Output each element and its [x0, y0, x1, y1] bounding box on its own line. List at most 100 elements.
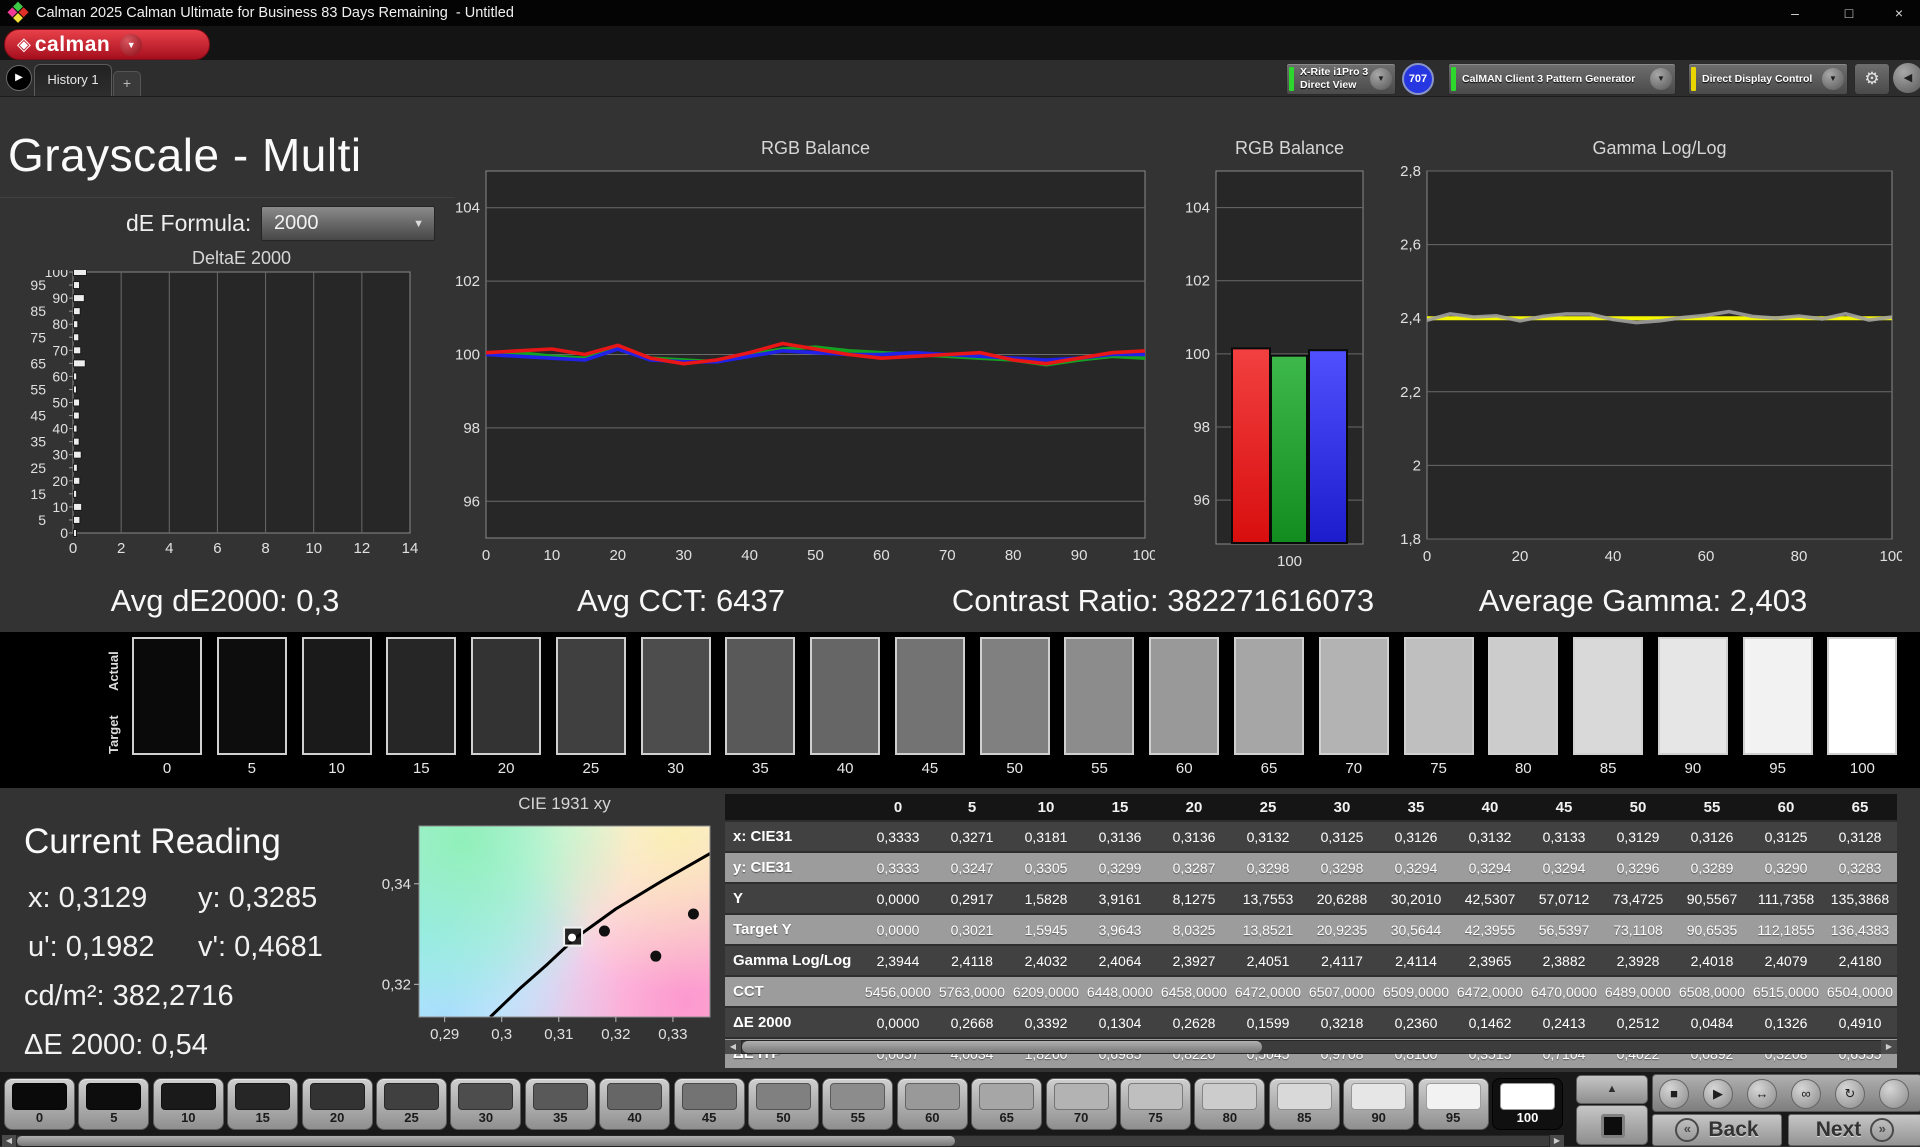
swatch-label-25: 25 [582, 760, 600, 777]
meter-count-badge[interactable]: 707 [1402, 63, 1434, 95]
patch-swatch [830, 1083, 886, 1110]
patch-swatch [1351, 1083, 1407, 1110]
patch-scroll-right-icon[interactable]: ▶ [1550, 1135, 1564, 1147]
collapse-left-icon[interactable]: ◀ [1893, 63, 1920, 93]
table-cell: 0,3392 [1009, 1006, 1083, 1038]
swatch-60 [1149, 637, 1220, 755]
chevron-down-icon[interactable]: ▼ [1370, 68, 1392, 90]
display-control-dropdown[interactable]: Direct Display Control ▼ [1688, 63, 1848, 95]
col-header-5: 5 [935, 794, 1009, 821]
table-cell: 0,3290 [1749, 851, 1823, 883]
maximize-button[interactable]: □ [1826, 0, 1872, 26]
svg-text:40: 40 [741, 547, 758, 564]
swatch-70 [1318, 637, 1389, 755]
patch-button-60[interactable]: 60 [896, 1078, 968, 1130]
svg-text:90: 90 [1071, 547, 1088, 564]
patch-label: 65 [999, 1110, 1014, 1125]
patch-button-95[interactable]: 95 [1417, 1078, 1489, 1130]
patch-button-100[interactable]: 100 [1492, 1078, 1563, 1130]
table-cell: 0,3294 [1453, 851, 1527, 883]
calman-logo-text: calman [34, 32, 111, 56]
swatch-label-50: 50 [1006, 760, 1024, 777]
pattern-size-icon[interactable]: ↔ [1747, 1079, 1777, 1109]
col-header-40: 40 [1453, 794, 1527, 821]
pattern-generator-dropdown[interactable]: CalMAN Client 3 Pattern Generator ▼ [1448, 63, 1676, 95]
table-cell: 0,3299 [1083, 851, 1157, 883]
table-cell: 0,2668 [935, 1006, 1009, 1038]
gear-icon[interactable]: ⚙ [1854, 63, 1890, 95]
table-cell: 0,3287 [1157, 851, 1231, 883]
patch-scrollbar-thumb[interactable] [17, 1136, 955, 1146]
table-scroll-right-icon[interactable]: ▶ [1881, 1040, 1897, 1054]
tab-history-1[interactable]: History 1 [34, 64, 112, 96]
patch-button-0[interactable]: 0 [4, 1078, 75, 1130]
patch-button-30[interactable]: 30 [450, 1078, 522, 1130]
svg-text:5: 5 [38, 512, 46, 528]
patch-button-50[interactable]: 50 [748, 1078, 819, 1130]
panel-up-chevron-button[interactable]: ▲ [1576, 1075, 1648, 1104]
swatch-label-20: 20 [497, 760, 515, 777]
patch-button-80[interactable]: 80 [1194, 1078, 1266, 1130]
add-tab-button[interactable]: + [113, 71, 141, 96]
play-icon[interactable]: ▶ [1703, 1079, 1733, 1109]
table-cell: 2,4051 [1231, 944, 1305, 976]
patch-button-20[interactable]: 20 [301, 1078, 373, 1130]
patch-button-25[interactable]: 25 [376, 1078, 447, 1130]
table-cell: 0,3305 [1009, 851, 1083, 883]
pattern-window-button[interactable] [1576, 1105, 1648, 1145]
de-formula-select[interactable]: 2000 ▼ [261, 206, 435, 241]
table-cell: 0,4910 [1823, 1006, 1897, 1038]
swatch-label-5: 5 [247, 760, 256, 777]
patch-button-15[interactable]: 15 [227, 1078, 299, 1130]
chevron-down-icon[interactable]: ▼ [1822, 68, 1844, 90]
close-button[interactable]: × [1878, 0, 1920, 26]
patch-button-55[interactable]: 55 [822, 1078, 894, 1130]
patch-label: 55 [850, 1110, 866, 1125]
table-scrollbar-thumb[interactable] [742, 1041, 1262, 1053]
deltae-chart: DeltaE 2000 0 2 4 6 8 10 12 14 0 5 10 15 20 25 30 35 40 4… [0, 248, 432, 583]
col-header-45: 45 [1527, 794, 1601, 821]
swatch-25 [555, 637, 626, 755]
minimize-button[interactable]: – [1772, 0, 1818, 26]
continuous-measure-icon[interactable]: ∞ [1791, 1079, 1821, 1109]
patch-button-35[interactable]: 35 [524, 1078, 596, 1130]
window-title: Calman 2025 Calman Ultimate for Business… [36, 5, 514, 21]
table-cell: 6508,0000 [1675, 975, 1749, 1007]
patch-button-90[interactable]: 90 [1343, 1078, 1415, 1130]
stop-icon[interactable]: ■ [1659, 1079, 1689, 1109]
calman-menu-button[interactable]: ◈ calman ▼ [4, 29, 210, 60]
patch-label: 60 [925, 1110, 940, 1125]
patch-button-75[interactable]: 75 [1120, 1078, 1191, 1130]
svg-text:40: 40 [52, 421, 68, 437]
loop-icon[interactable]: ↻ [1835, 1079, 1865, 1109]
next-button[interactable]: Next » [1788, 1114, 1920, 1146]
patch-button-70[interactable]: 70 [1045, 1078, 1117, 1130]
chevron-down-icon[interactable]: ▼ [1650, 68, 1672, 90]
display-control-label: Direct Display Control [1702, 73, 1813, 85]
svg-text:8: 8 [261, 540, 269, 557]
table-scrollbar[interactable] [741, 1040, 1883, 1054]
svg-text:0: 0 [482, 547, 490, 564]
rgb-balance-bar-title: RGB Balance [1234, 138, 1345, 158]
table-scroll-left-icon[interactable]: ◀ [725, 1040, 741, 1054]
table-cell: 0,2512 [1601, 1006, 1675, 1038]
table-cell: 0,3289 [1675, 851, 1749, 883]
svg-text:100: 100 [1879, 548, 1902, 565]
patch-scrollbar[interactable] [16, 1135, 1550, 1147]
meter-dropdown[interactable]: X-Rite i1Pro 3 Direct View ▼ [1286, 63, 1396, 95]
svg-text:104: 104 [455, 200, 480, 217]
patch-button-45[interactable]: 45 [673, 1078, 745, 1130]
history-panel-expander[interactable]: ▶ [6, 65, 32, 91]
patch-scroll-left-icon[interactable]: ◀ [2, 1135, 16, 1147]
swatch-label-100: 100 [1849, 760, 1875, 777]
back-button[interactable]: « Back [1652, 1114, 1782, 1146]
patch-button-10[interactable]: 10 [152, 1078, 224, 1130]
patch-button-40[interactable]: 40 [599, 1078, 671, 1130]
swatch-label-75: 75 [1430, 760, 1447, 777]
blank-round-button[interactable] [1879, 1079, 1909, 1109]
table-cell: 0,0484 [1675, 1006, 1749, 1038]
patch-button-65[interactable]: 65 [971, 1078, 1043, 1130]
chevron-down-icon[interactable]: ▼ [120, 33, 143, 56]
patch-button-85[interactable]: 85 [1268, 1078, 1340, 1130]
patch-button-5[interactable]: 5 [78, 1078, 150, 1130]
